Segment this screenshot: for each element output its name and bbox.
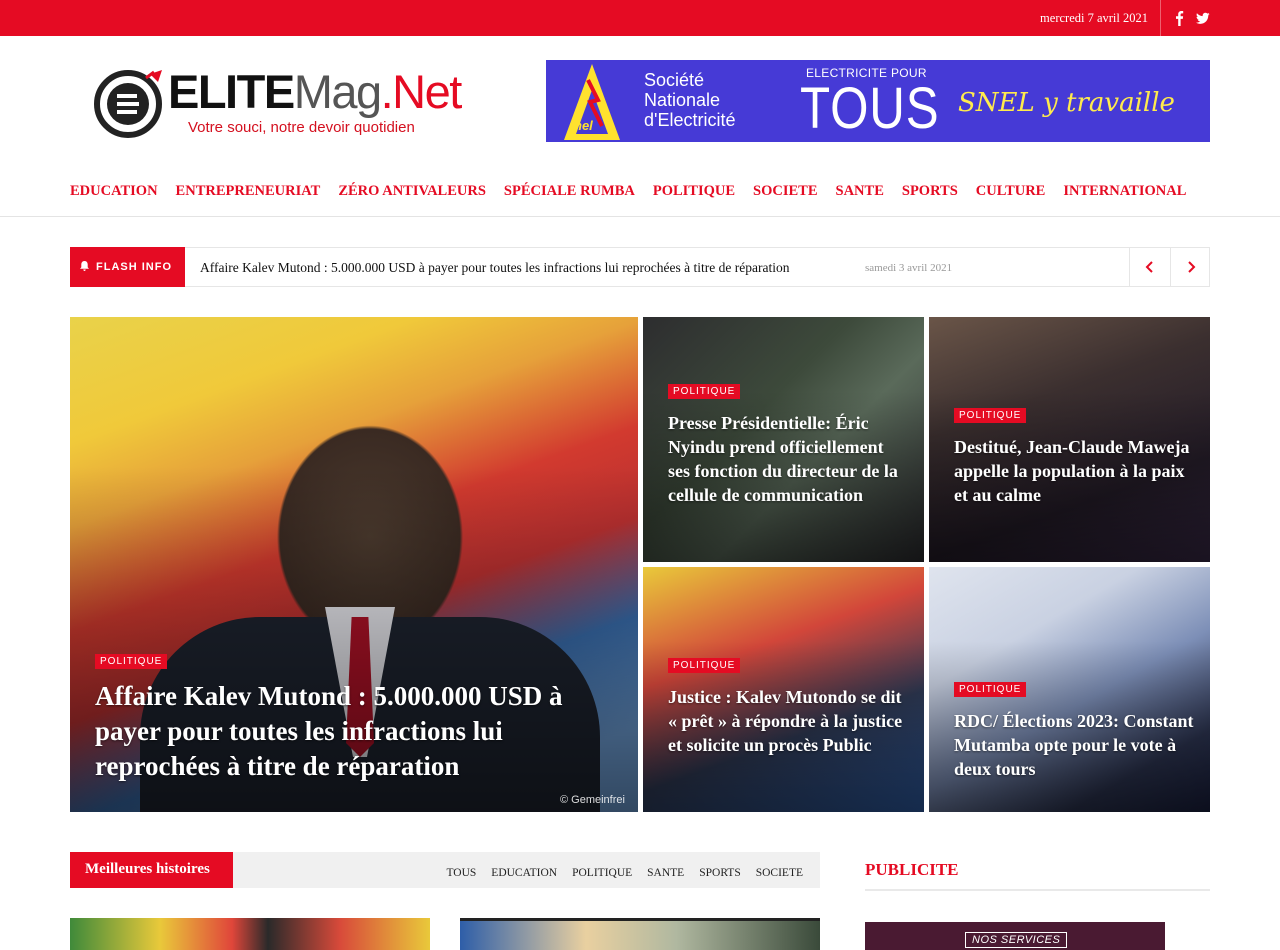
- flash-headline-link[interactable]: Affaire Kalev Mutond : 5.000.000 USD à p…: [200, 260, 789, 276]
- filter-education[interactable]: EDUCATION: [491, 867, 557, 879]
- sidebar-ad-divider: [865, 889, 1210, 891]
- facebook-icon[interactable]: [1172, 10, 1186, 26]
- twitter-icon[interactable]: [1196, 10, 1210, 26]
- nav-item-sports[interactable]: SPORTS: [902, 183, 958, 200]
- logo-part-elite: ELITE: [168, 65, 295, 118]
- sidebar-ad-text: NOS SERVICES: [965, 932, 1068, 948]
- nav-item-international[interactable]: INTERNATIONAL: [1063, 183, 1186, 200]
- logo-part-net: .Net: [380, 65, 463, 118]
- hero-card-title[interactable]: Presse Présidentielle: Éric Nyindu prend…: [668, 411, 908, 507]
- category-badge[interactable]: POLITIQUE: [668, 384, 741, 399]
- nav-item-zero-antivaleurs[interactable]: ZÉRO ANTIVALEURS: [338, 183, 486, 200]
- best-stories-label: Meilleures histoires: [70, 852, 233, 888]
- main-navigation: EDUCATION ENTREPRENEURIAT ZÉRO ANTIVALEURS…: [70, 182, 1204, 202]
- banner-slogan-big: TOUS: [800, 76, 940, 141]
- filter-tous[interactable]: TOUS: [446, 867, 476, 879]
- hero-card-1[interactable]: POLITIQUE Presse Présidentielle: Éric Ny…: [643, 317, 924, 562]
- banner-company-line-2: Nationale: [644, 90, 721, 110]
- nav-item-sante[interactable]: SANTE: [836, 183, 884, 200]
- logo-part-mag: Mag: [293, 65, 382, 118]
- logo-tagline: Votre souci, notre devoir quotidien: [188, 119, 415, 136]
- hero-card-title[interactable]: RDC/ Élections 2023: Constant Mutamba op…: [954, 709, 1194, 781]
- best-stories-filters: TOUS EDUCATION POLITIQUE SANTE SPORTS SOCIETE: [431, 863, 803, 881]
- banner-company-name: Société Nationale d'Electricité: [644, 70, 735, 130]
- photo-credit: © Gemeinfrei: [560, 794, 625, 806]
- hero-card-2[interactable]: POLITIQUE Destitué, Jean-Claude Maweja a…: [929, 317, 1210, 562]
- top-bar-divider: [1160, 0, 1161, 36]
- sidebar-ad-banner[interactable]: NOS SERVICES: [865, 922, 1165, 950]
- current-date: mercredi 7 avril 2021: [1040, 11, 1148, 25]
- hero-card-title[interactable]: Justice : Kalev Mutondo se dit « prêt » …: [668, 685, 908, 757]
- logo-emblem-icon: [94, 70, 162, 138]
- bell-icon: [80, 261, 89, 271]
- nav-item-culture[interactable]: CULTURE: [976, 183, 1046, 200]
- flash-info-ticker: FLASH INFO Affaire Kalev Mutond : 5.000.…: [70, 247, 1210, 287]
- filter-societe[interactable]: SOCIETE: [756, 867, 803, 879]
- flash-info-label-text: FLASH INFO: [96, 261, 172, 273]
- category-badge[interactable]: POLITIQUE: [668, 658, 741, 673]
- category-badge[interactable]: POLITIQUE: [95, 654, 168, 669]
- hero-card-4[interactable]: POLITIQUE RDC/ Élections 2023: Constant …: [929, 567, 1210, 812]
- sidebar-ad-title: PUBLICITE: [865, 860, 959, 879]
- nav-item-education[interactable]: EDUCATION: [70, 183, 158, 200]
- banner-company-line-3: d'Electricité: [644, 110, 736, 130]
- banner-company-line-1: Société: [644, 70, 705, 90]
- filter-politique[interactable]: POLITIQUE: [572, 867, 632, 879]
- nav-item-politique[interactable]: POLITIQUE: [653, 183, 735, 200]
- story-thumbnail[interactable]: [460, 918, 820, 950]
- hero-main-title[interactable]: Affaire Kalev Mutond : 5.000.000 USD à p…: [95, 679, 615, 784]
- flash-prev-button[interactable]: [1129, 247, 1170, 287]
- nav-item-societe[interactable]: SOCIETE: [753, 183, 817, 200]
- top-bar: mercredi 7 avril 2021: [0, 0, 1280, 36]
- category-badge[interactable]: POLITIQUE: [954, 408, 1027, 423]
- hero-card-3[interactable]: POLITIQUE Justice : Kalev Mutondo se dit…: [643, 567, 924, 812]
- nav-item-speciale-rumba[interactable]: SPÉCIALE RUMBA: [504, 183, 635, 200]
- filter-sante[interactable]: SANTE: [647, 867, 684, 879]
- logo-wordmark: ELITEMag.Net: [168, 65, 463, 119]
- flash-headline-date: samedi 3 avril 2021: [865, 262, 953, 274]
- hero-card-title[interactable]: Destitué, Jean-Claude Maweja appelle la …: [954, 435, 1194, 507]
- hero-main-article[interactable]: POLITIQUE Affaire Kalev Mutond : 5.000.0…: [70, 317, 638, 812]
- flash-next-button[interactable]: [1170, 247, 1211, 287]
- snel-logo-icon: [564, 64, 620, 140]
- site-logo[interactable]: ELITEMag.Net Votre souci, notre devoir q…: [94, 65, 494, 140]
- chevron-left-icon: [1145, 261, 1153, 273]
- flash-info-label: FLASH INFO: [70, 247, 185, 287]
- story-thumbnail[interactable]: [70, 918, 430, 950]
- filter-sports[interactable]: SPORTS: [699, 867, 741, 879]
- best-stories-header: Meilleures histoires TOUS EDUCATION POLITI…: [70, 852, 820, 888]
- category-badge[interactable]: POLITIQUE: [954, 682, 1027, 697]
- banner-slogan-script: SNEL y travaille: [958, 88, 1175, 118]
- chevron-right-icon: [1188, 261, 1196, 273]
- nav-divider: [0, 216, 1280, 217]
- nav-item-entrepreneuriat[interactable]: ENTREPRENEURIAT: [176, 183, 321, 200]
- snel-brand-mark: nel: [574, 118, 593, 133]
- header-banner-ad[interactable]: nel Société Nationale d'Electricité ELEC…: [546, 60, 1210, 142]
